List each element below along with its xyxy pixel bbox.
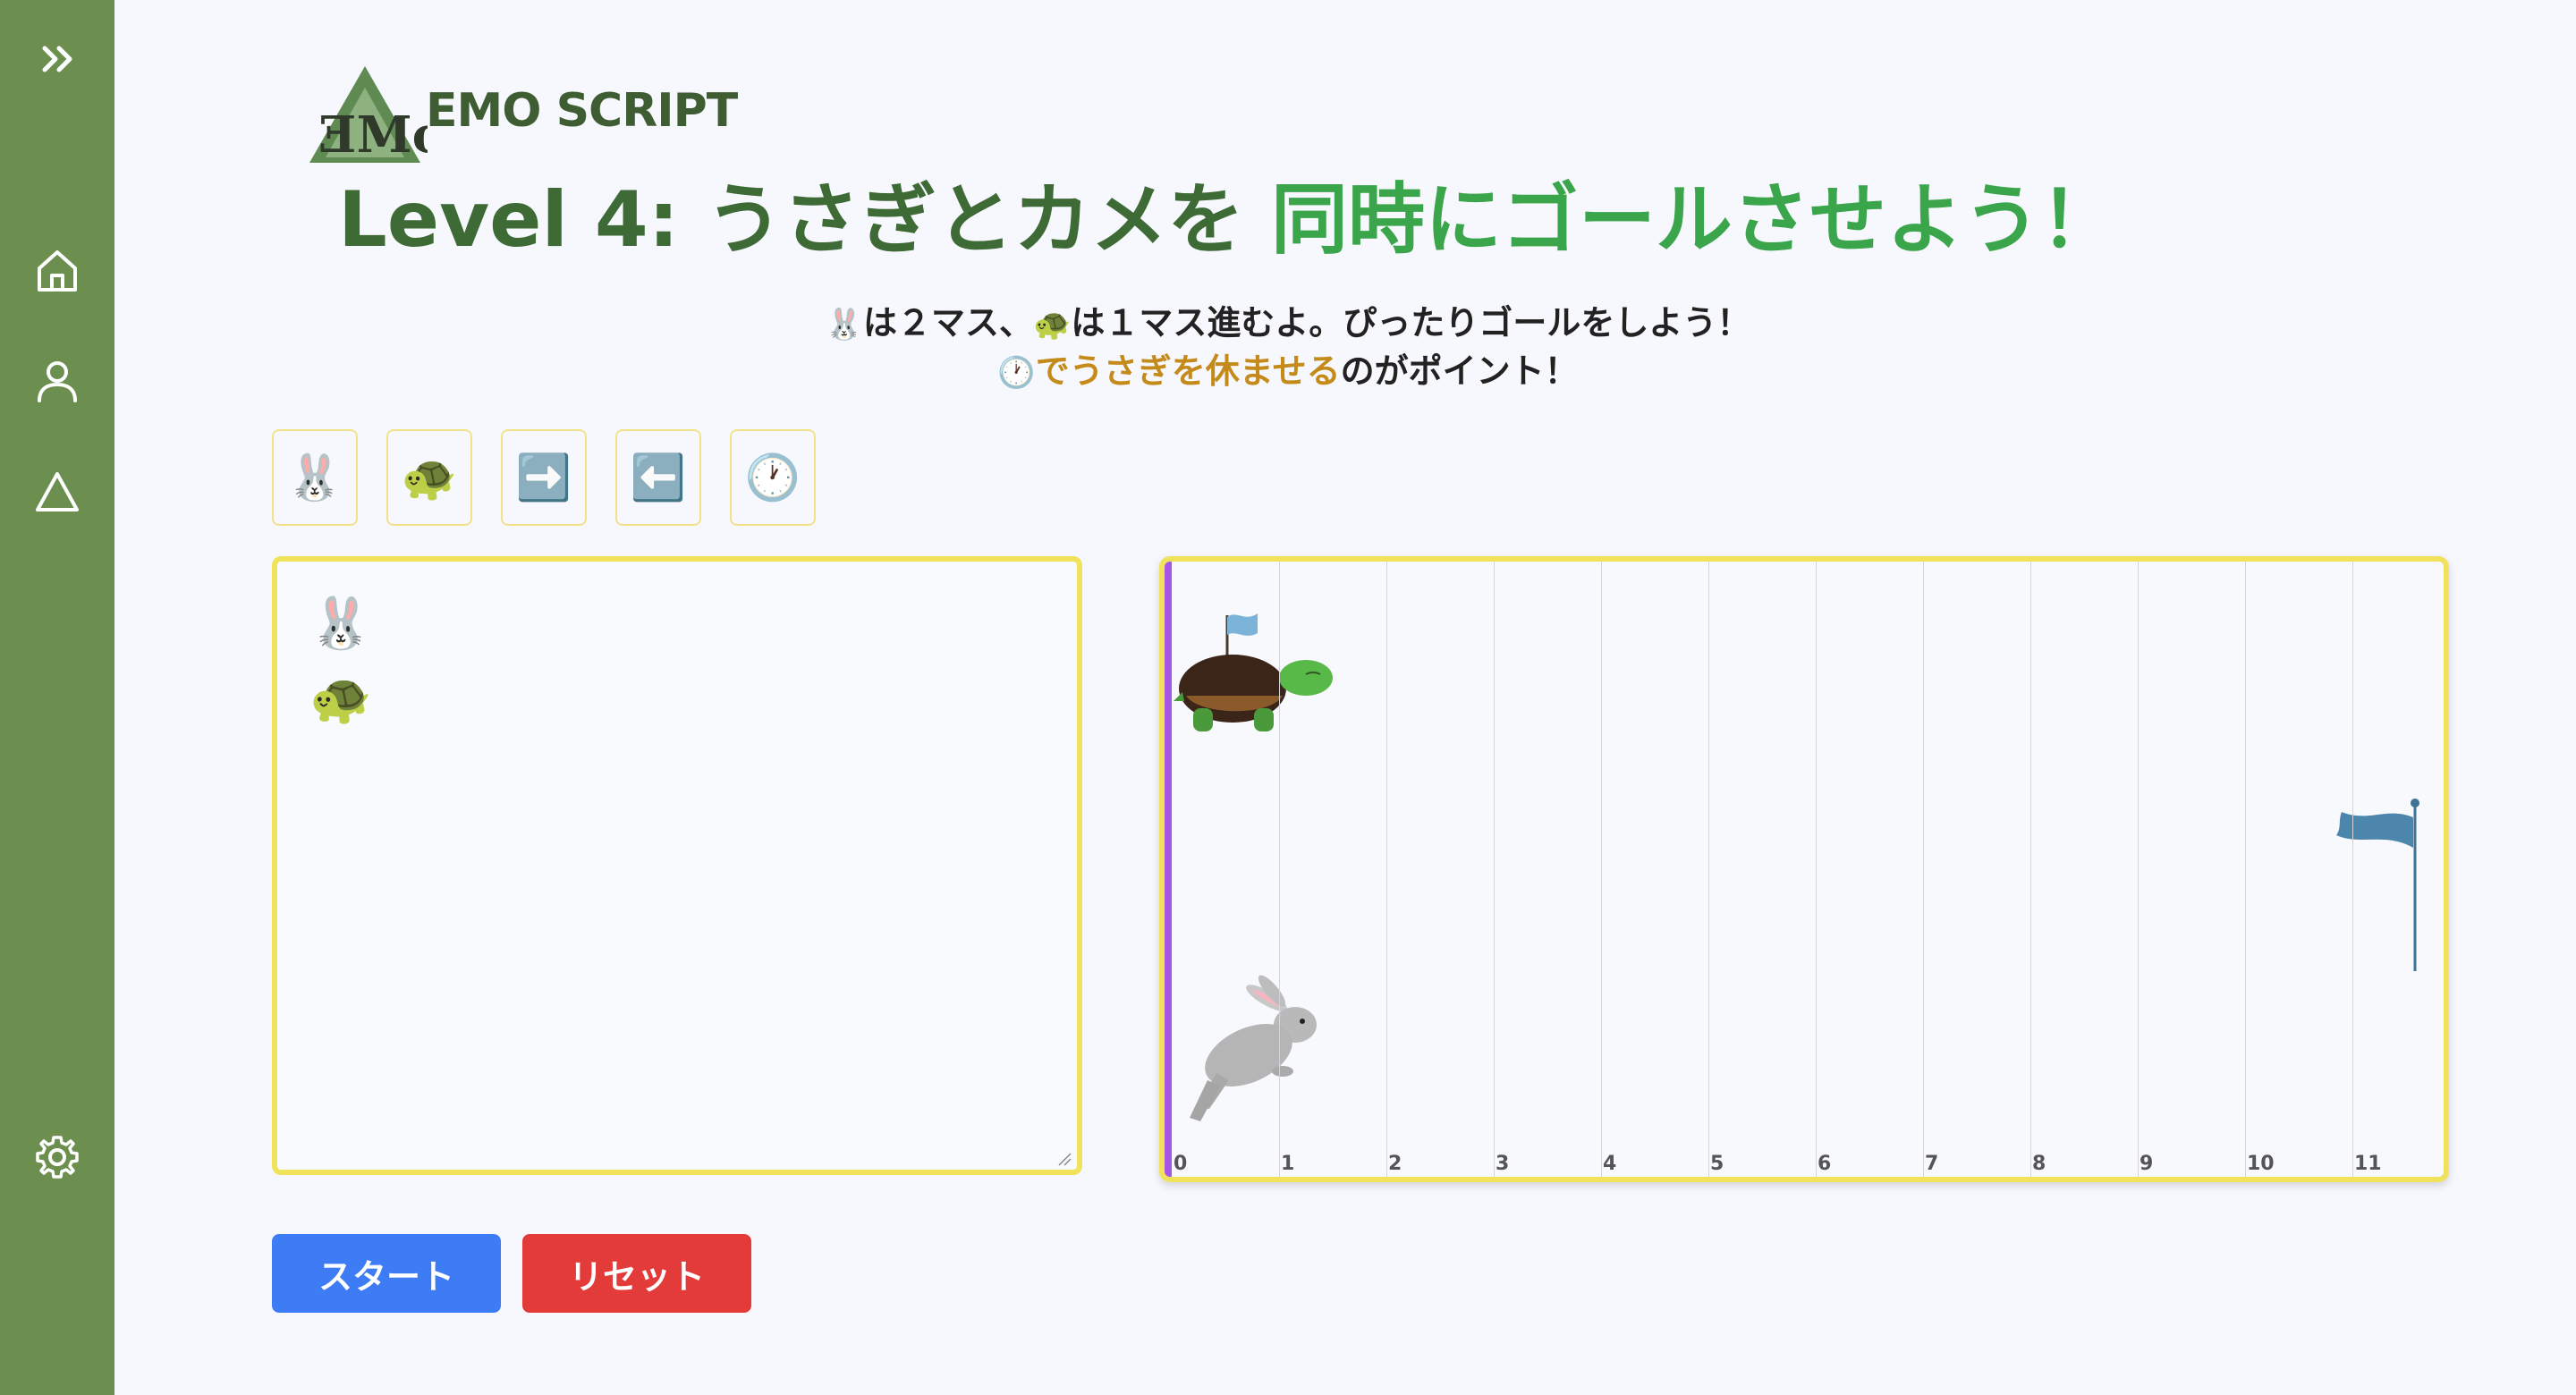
turtle-icon: 🐢 [401,451,458,503]
palette-right-arrow-button[interactable]: ➡️ [501,429,587,526]
palette-clock-button[interactable]: 🕐 [730,429,816,526]
goal-flag-icon [2336,799,2419,971]
palette-turtle-button[interactable]: 🐢 [386,429,472,526]
home-icon [38,250,77,292]
logo-mark: ƎMo [309,66,428,165]
course-column-number: 11 [2354,1153,2382,1175]
instructions-line-2: 🕐でうさぎを休ませるのがポイント！ [0,343,2576,393]
course-gridline [1494,562,1495,1177]
page-title-level: Level 4: うさぎとカメを [338,175,1272,265]
start-button[interactable]: スタート [272,1234,501,1313]
logo-mark-text: ƎMo [318,106,428,165]
course-gridline [2138,562,2139,1177]
sidebar [0,0,114,1395]
turtle-icon: 🐢 [1033,307,1072,342]
course-gridline [2030,562,2031,1177]
instructions-text: は１マス進むよ。ぴったりゴールをしよう！ [1071,303,1751,342]
course-gridline [1386,562,1387,1177]
course-gridline [1816,562,1817,1177]
course-column-number: 0 [1174,1153,1188,1175]
code-editor[interactable]: 🐰 🐢 [272,556,1082,1175]
editor-line-rabbit[interactable]: 🐰 [309,594,372,653]
clock-icon: 🕐 [744,451,801,503]
course-gridline [1279,562,1280,1177]
course-column-number: 3 [1496,1153,1510,1175]
gear-icon [36,1136,79,1179]
course-column-number: 4 [1603,1153,1617,1175]
instructions-text: は２マス、 [862,303,1033,342]
course-column-number: 9 [2140,1153,2154,1175]
turtle-character [1174,613,1333,731]
settings-button[interactable] [25,1125,89,1189]
course-column-number: 10 [2247,1153,2275,1175]
course-gridline [1601,562,1602,1177]
sidebar-item-triangle[interactable] [25,460,89,524]
course-gridline [2352,562,2353,1177]
course-column-number: 5 [1710,1153,1724,1175]
course-gridline [2245,562,2246,1177]
course-column-number: 6 [1818,1153,1832,1175]
course-column-number: 8 [2032,1153,2046,1175]
expand-sidebar-button[interactable] [25,27,89,91]
course-column-number: 7 [1925,1153,1939,1175]
instructions-text: のがポイント！ [1340,351,1579,391]
app-logo: ƎMo EMO SCRIPT [302,63,738,170]
race-course: 0 1 2 3 4 5 6 7 8 9 10 11 [1159,556,2449,1182]
course-column-number: 1 [1281,1153,1295,1175]
instructions-line-1: 🐰は２マス、🐢は１マス進むよ。ぴったりゴールをしよう！ [0,295,2576,344]
resize-handle-icon[interactable] [1057,1152,1072,1166]
page-title-goal: 同時にゴールさせよう！ [1271,175,2118,265]
palette-left-arrow-button[interactable]: ⬅️ [615,429,701,526]
page-title: Level 4: うさぎとカメを 同時にゴールさせよう！ [338,166,2351,274]
triangle-icon [36,472,79,512]
rabbit-icon: 🐰 [825,307,863,342]
course-column-number: 2 [1388,1153,1402,1175]
logo-wordmark: EMO SCRIPT [426,84,738,138]
reset-button[interactable]: リセット [522,1234,751,1313]
rabbit-icon: 🐰 [286,451,343,503]
clock-icon: 🕐 [997,355,1036,391]
left-arrow-icon: ⬅️ [630,451,687,503]
course-gridline [1708,562,1709,1177]
rabbit-character [1190,975,1317,1121]
chevrons-right-icon [42,46,72,72]
palette-rabbit-button[interactable]: 🐰 [272,429,358,526]
sidebar-item-home[interactable] [25,238,89,302]
course-gridline [1923,562,1924,1177]
instructions-highlight: でうさぎを休ませる [1035,351,1341,391]
editor-line-turtle[interactable]: 🐢 [309,669,372,728]
right-arrow-icon: ➡️ [515,451,572,503]
start-line [1165,562,1172,1177]
